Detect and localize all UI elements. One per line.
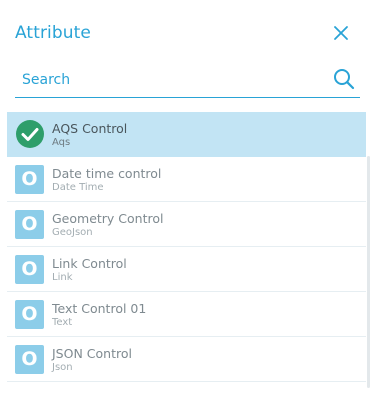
badge-glyph: O [21,168,38,190]
list-item-date-time-control[interactable]: O Date time control Date Time [7,157,366,202]
search-icon[interactable] [332,67,356,91]
panel-header: Attribute [0,0,375,66]
item-label: Geometry Control [52,211,164,226]
item-type: Aqs [52,137,71,148]
search-bar [15,64,360,98]
attribute-panel: Attribute AQS Control Aqs [0,0,375,398]
list-item-json-control[interactable]: O JSON Control Json [7,337,366,382]
item-type: Json [52,362,73,373]
o-badge-icon: O [15,300,44,329]
item-label: JSON Control [52,346,132,361]
close-icon[interactable] [331,23,351,43]
o-badge-icon: O [15,210,44,239]
badge-glyph: O [21,258,38,280]
item-type: Text [52,317,73,328]
panel-title: Attribute [15,23,91,43]
attribute-list: AQS Control Aqs O Date time control Date… [7,112,366,390]
search-input[interactable] [15,64,322,95]
item-type: GeoJson [52,227,93,238]
badge-glyph: O [21,303,38,325]
list-item-aqs-control[interactable]: AQS Control Aqs [7,112,366,157]
list-item-geometry-control[interactable]: O Geometry Control GeoJson [7,202,366,247]
o-badge-icon: O [15,345,44,374]
o-badge-icon: O [15,165,44,194]
list-scrollbar[interactable] [367,156,370,388]
list-item-link-control[interactable]: O Link Control Link [7,247,366,292]
list-item-text-control-01[interactable]: O Text Control 01 Text [7,292,366,337]
o-badge-icon: O [15,255,44,284]
item-label: Link Control [52,256,127,271]
check-circle-icon [15,119,45,149]
item-label: AQS Control [52,121,128,136]
item-type: Date Time [52,182,104,193]
item-label: Date time control [52,166,162,181]
item-label: Text Control 01 [52,301,147,316]
badge-glyph: O [21,348,38,370]
item-type: Link [52,272,73,283]
badge-glyph: O [21,213,38,235]
